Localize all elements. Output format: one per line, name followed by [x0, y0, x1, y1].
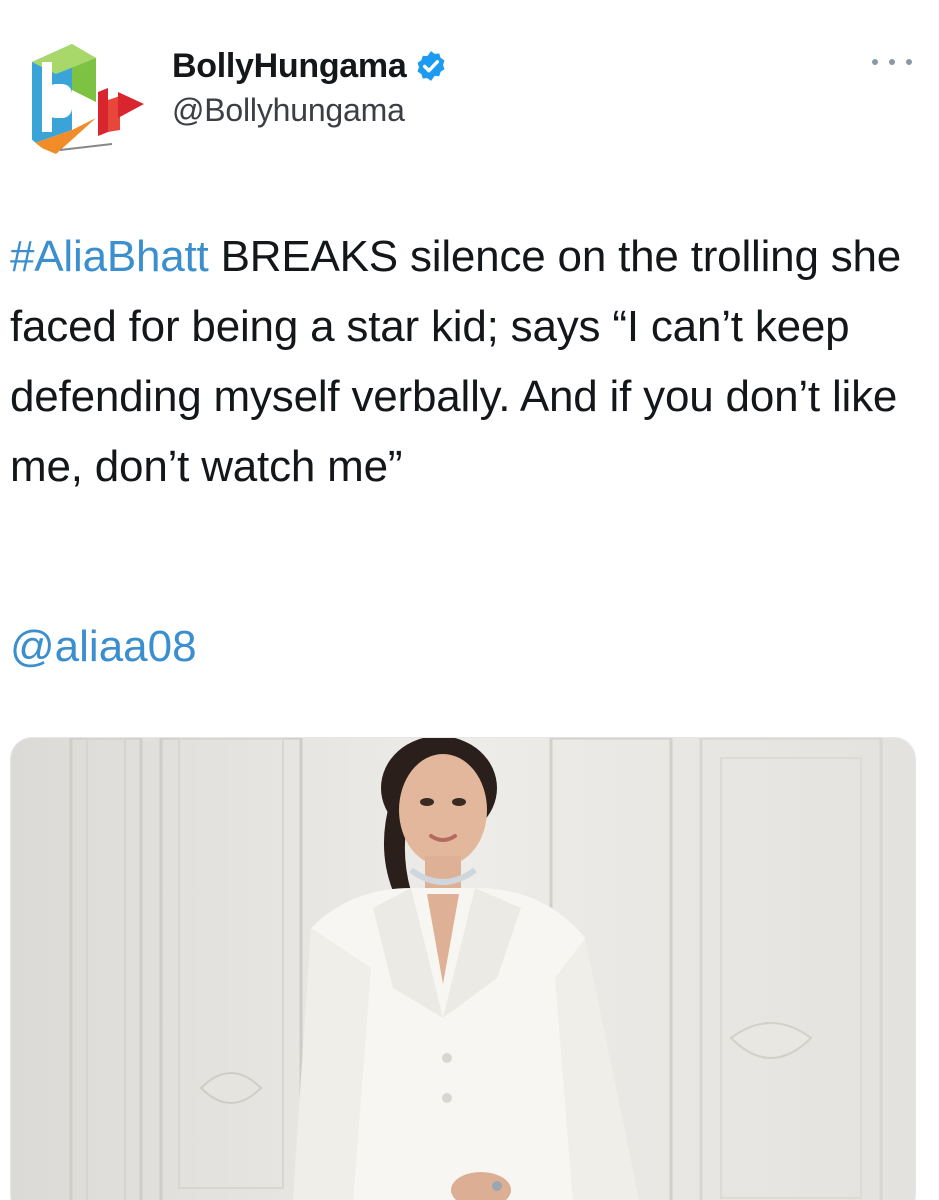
display-name-row: BollyHungama	[172, 44, 448, 88]
more-dot	[906, 59, 912, 65]
author-handle[interactable]: @Bollyhungama	[172, 92, 448, 129]
verified-badge-icon	[414, 49, 448, 83]
tweet-card: BollyHungama @Bollyhungama #AliaBhatt BR…	[0, 0, 939, 1200]
hashtag-link[interactable]: #AliaBhatt	[10, 232, 209, 281]
tweet-media-photo[interactable]	[10, 737, 916, 1200]
more-dot	[872, 59, 878, 65]
bollyhungama-logo-icon[interactable]	[12, 22, 150, 160]
tweet-text: #AliaBhatt BREAKS silence on the trollin…	[10, 222, 910, 502]
author-display-name[interactable]: BollyHungama	[172, 47, 407, 86]
mention-link[interactable]: @aliaa08	[10, 622, 197, 671]
author-block: BollyHungama @Bollyhungama	[172, 44, 448, 129]
more-dot	[889, 59, 895, 65]
mention-line: @aliaa08	[10, 612, 197, 682]
more-options-icon[interactable]	[872, 52, 912, 72]
photo-woman-white-suit-icon	[11, 738, 915, 1200]
